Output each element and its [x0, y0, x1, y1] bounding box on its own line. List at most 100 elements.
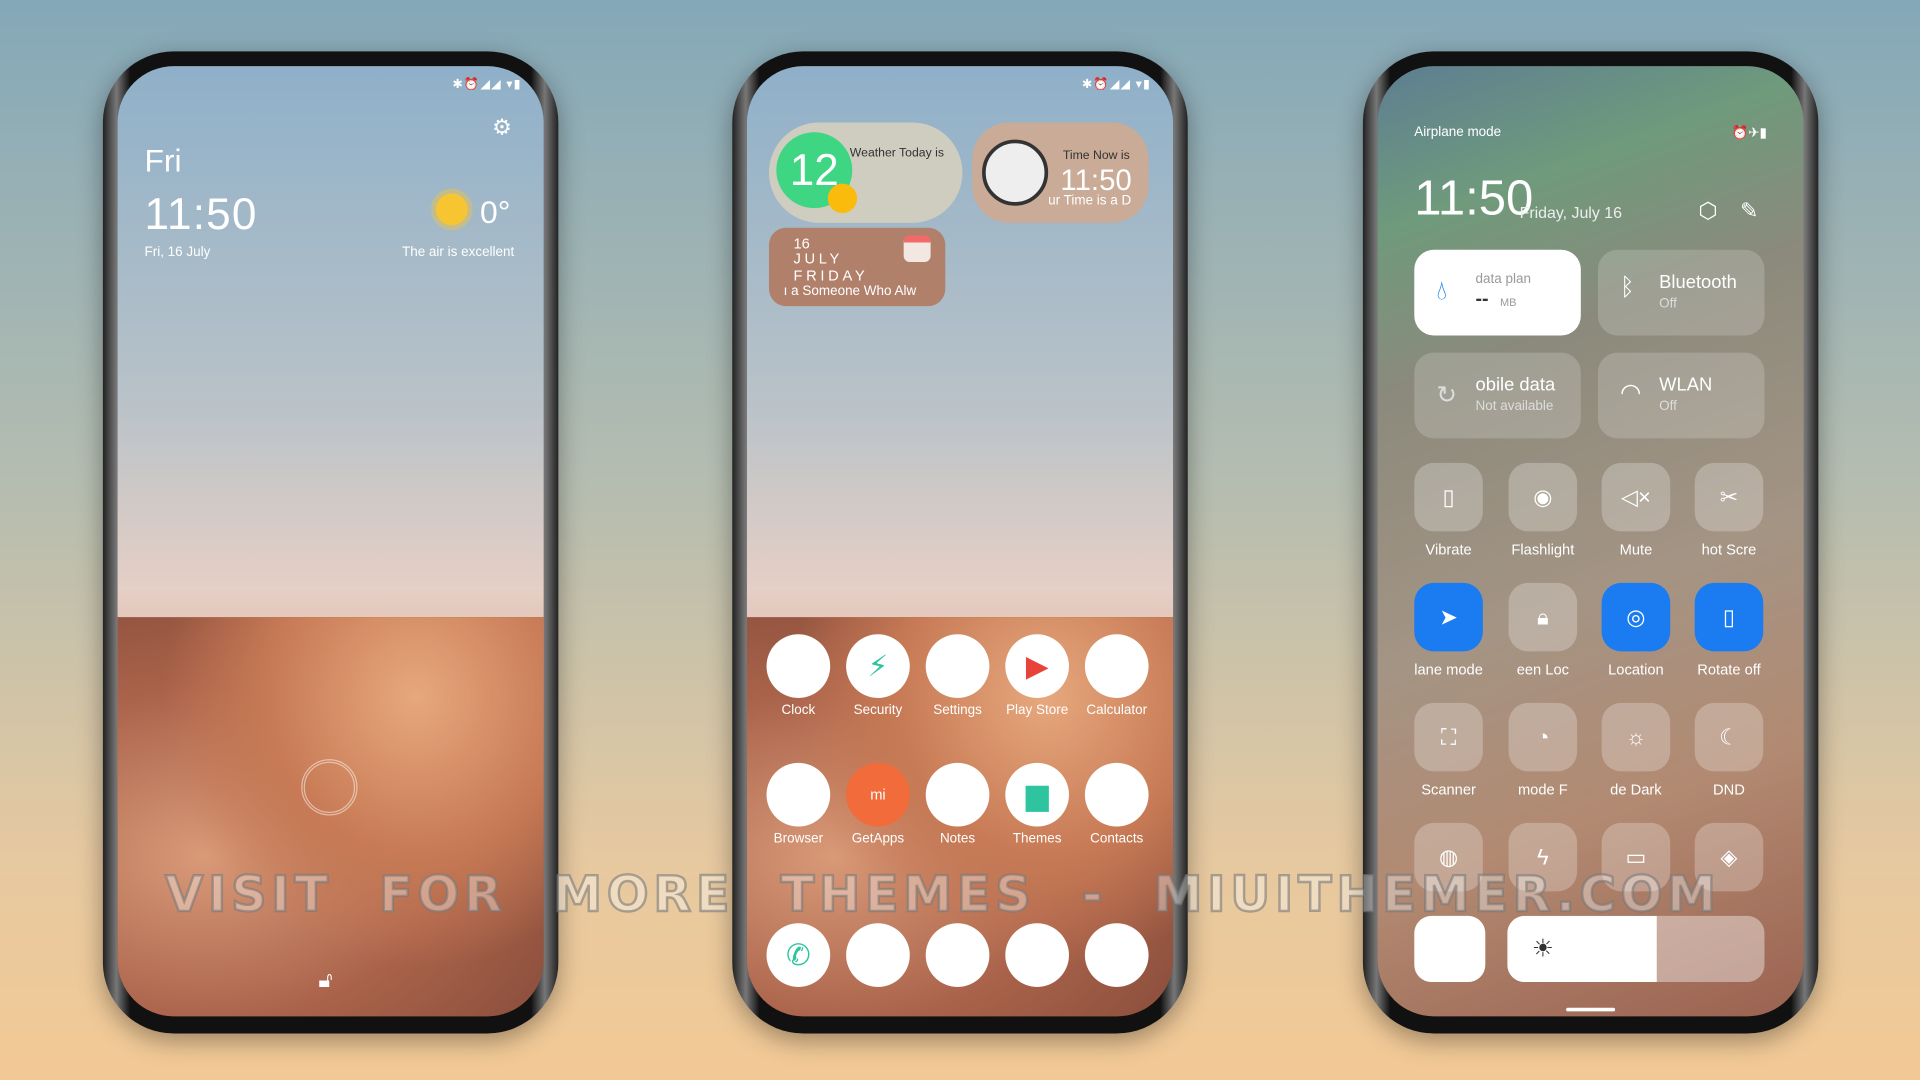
clock-sub: ur Time is a D: [1048, 193, 1132, 209]
notes-icon: ▤: [925, 762, 990, 827]
toggle-label: Flashlight: [1511, 541, 1575, 559]
toggle-dnd[interactable]: ☾ DND: [1693, 702, 1764, 798]
play-icon: ▶: [1005, 634, 1069, 698]
app-clock[interactable]: ╱ Clock: [759, 634, 837, 718]
mobile-data-tile[interactable]: ↻ obile data Not available: [1414, 352, 1581, 439]
screenshot-icon: ✂: [1694, 462, 1764, 532]
toggle-location[interactable]: ◎ Location: [1600, 582, 1671, 678]
toggle-label: Vibrate: [1425, 541, 1472, 559]
dock-gallery[interactable]: ▲: [998, 923, 1076, 992]
app-browser[interactable]: ◯ Browser: [759, 762, 837, 847]
mobile-data-icon: ↻: [1436, 382, 1457, 409]
air-quality: The air is excellent: [401, 244, 515, 260]
dock-camera[interactable]: ◉: [1078, 923, 1156, 992]
brightness-fill: [1507, 915, 1657, 983]
mobile-data-label: obile data: [1475, 374, 1556, 396]
phone-icon: ✆: [766, 923, 831, 987]
edit-icon[interactable]: ✎: [1740, 198, 1758, 224]
toggle-label: Scanner: [1421, 781, 1476, 799]
app-label: Play Store: [1006, 702, 1069, 718]
brightness-slider[interactable]: ☀: [1507, 915, 1765, 983]
app-notes[interactable]: ▤ Notes: [918, 762, 996, 847]
dot-icon: [827, 183, 858, 214]
unlock-icon[interactable]: 🔓︎: [318, 967, 332, 993]
volume-slider[interactable]: [1414, 915, 1486, 983]
data-plan-tile[interactable]: 💧︎ data plan -- MB: [1414, 249, 1581, 336]
home-indicator[interactable]: [1566, 1007, 1616, 1012]
toggle-vibrate[interactable]: ▯ Vibrate: [1413, 462, 1484, 559]
app-label: Notes: [939, 831, 976, 847]
toggle-label: de Dark: [1610, 781, 1662, 799]
toggle-screenshot[interactable]: ✂ hot Scre: [1693, 462, 1764, 559]
app-label: Security: [853, 702, 903, 718]
toggle-rotate[interactable]: ▯ Rotate off: [1693, 582, 1764, 679]
calculator-icon: ±: [1084, 634, 1149, 698]
status-bar: ✱⏰◢◢ ▾▮: [452, 78, 522, 92]
data-plan-label: data plan: [1475, 271, 1531, 287]
lock-day: Fri: [144, 142, 182, 179]
location-icon: ◎: [1601, 582, 1671, 652]
dark-mode-icon: ☼: [1601, 702, 1671, 772]
gear-icon[interactable]: ⚙: [492, 115, 512, 141]
toggle-scanner[interactable]: ⛶ Scanner: [1413, 702, 1484, 799]
analog-clock-icon: [982, 139, 1049, 206]
dock-phone[interactable]: ✆: [759, 923, 837, 992]
weather-widget[interactable]: 12 Weather Today is: [768, 122, 963, 223]
toggle-label: mode F: [1517, 781, 1568, 799]
clock-icon: ╱: [766, 634, 831, 698]
clock-label: Time Now is: [1062, 149, 1130, 163]
toggle-label: een Loc: [1516, 661, 1569, 679]
toggle-flashlight[interactable]: ◉ Flashlight: [1507, 462, 1578, 559]
themes-icon: ▆: [1005, 762, 1069, 827]
lock-date: Fri, 16 July: [144, 244, 211, 260]
mute-icon: ◁×: [1601, 462, 1671, 532]
camera-icon: ◉: [1084, 923, 1149, 987]
date-weekday: FRIDAY: [793, 266, 869, 285]
browser-icon: ◯: [766, 762, 831, 827]
app-label: Calculator: [1086, 702, 1148, 718]
wifi-icon: ◠: [1620, 379, 1642, 407]
toggle-reading-mode[interactable]: ◔ mode F: [1507, 702, 1578, 799]
scanner-icon: ⛶: [1414, 702, 1483, 772]
airplane-icon: ➤: [1414, 582, 1483, 652]
toggle-dark-mode[interactable]: ☼ de Dark: [1600, 702, 1671, 799]
wlan-state: Off: [1659, 399, 1677, 414]
app-contacts[interactable]: ● Contacts: [1078, 762, 1156, 847]
wlan-tile[interactable]: ◠ WLAN Off: [1597, 352, 1765, 439]
app-calculator[interactable]: ± Calculator: [1078, 634, 1156, 718]
lock-temp: 0°: [480, 193, 511, 231]
app-themes[interactable]: ▆ Themes: [998, 762, 1076, 846]
clock-widget[interactable]: Time Now is 11:50 ur Time is a D: [972, 122, 1149, 223]
dock-messages[interactable]: ▭: [839, 923, 917, 992]
data-plan-value: --: [1475, 288, 1489, 310]
eye-icon: ◔: [1508, 702, 1578, 772]
toggle-label: Mute: [1619, 541, 1653, 559]
toggle-airplane[interactable]: ➤ lane mode: [1413, 582, 1484, 679]
gallery-icon: ▲: [1005, 923, 1069, 987]
mobile-data-state: Not available: [1475, 399, 1554, 414]
toggle-mute[interactable]: ◁× Mute: [1600, 462, 1671, 559]
app-settings[interactable]: ⚙ Settings: [918, 634, 996, 718]
weather-label: Weather Today is: [849, 146, 944, 161]
app-label: Contacts: [1090, 831, 1144, 847]
toggle-label: Rotate off: [1697, 661, 1761, 679]
app-security[interactable]: ⚡︎ Security: [839, 634, 917, 718]
toggle-label: hot Scre: [1701, 541, 1757, 559]
lock-time: 11:50: [144, 188, 258, 239]
status-bar: ✱⏰◢◢ ▾▮: [1081, 78, 1152, 92]
bluetooth-icon: ᛒ: [1620, 274, 1635, 302]
lock-icon: 🔒︎: [1508, 582, 1578, 652]
settings-icon[interactable]: ⬡: [1698, 198, 1717, 224]
toggle-label: lane mode: [1414, 661, 1483, 679]
app-label: Browser: [773, 831, 824, 847]
app-getapps[interactable]: mi GetApps: [839, 762, 917, 846]
dock-store[interactable]: ■: [918, 923, 996, 992]
bluetooth-label: Bluetooth: [1659, 271, 1737, 293]
calendar-icon: [903, 235, 931, 263]
toggle-lock-screen[interactable]: 🔒︎ een Loc: [1507, 582, 1578, 679]
wlan-label: WLAN: [1659, 374, 1713, 396]
app-play-store[interactable]: ▶ Play Store: [998, 634, 1076, 718]
fingerprint-icon[interactable]: [301, 759, 358, 816]
date-widget[interactable]: 16 JULY FRIDAY ı a Someone Who Alw: [768, 227, 946, 307]
bluetooth-tile[interactable]: ᛒ Bluetooth Off: [1597, 249, 1765, 336]
